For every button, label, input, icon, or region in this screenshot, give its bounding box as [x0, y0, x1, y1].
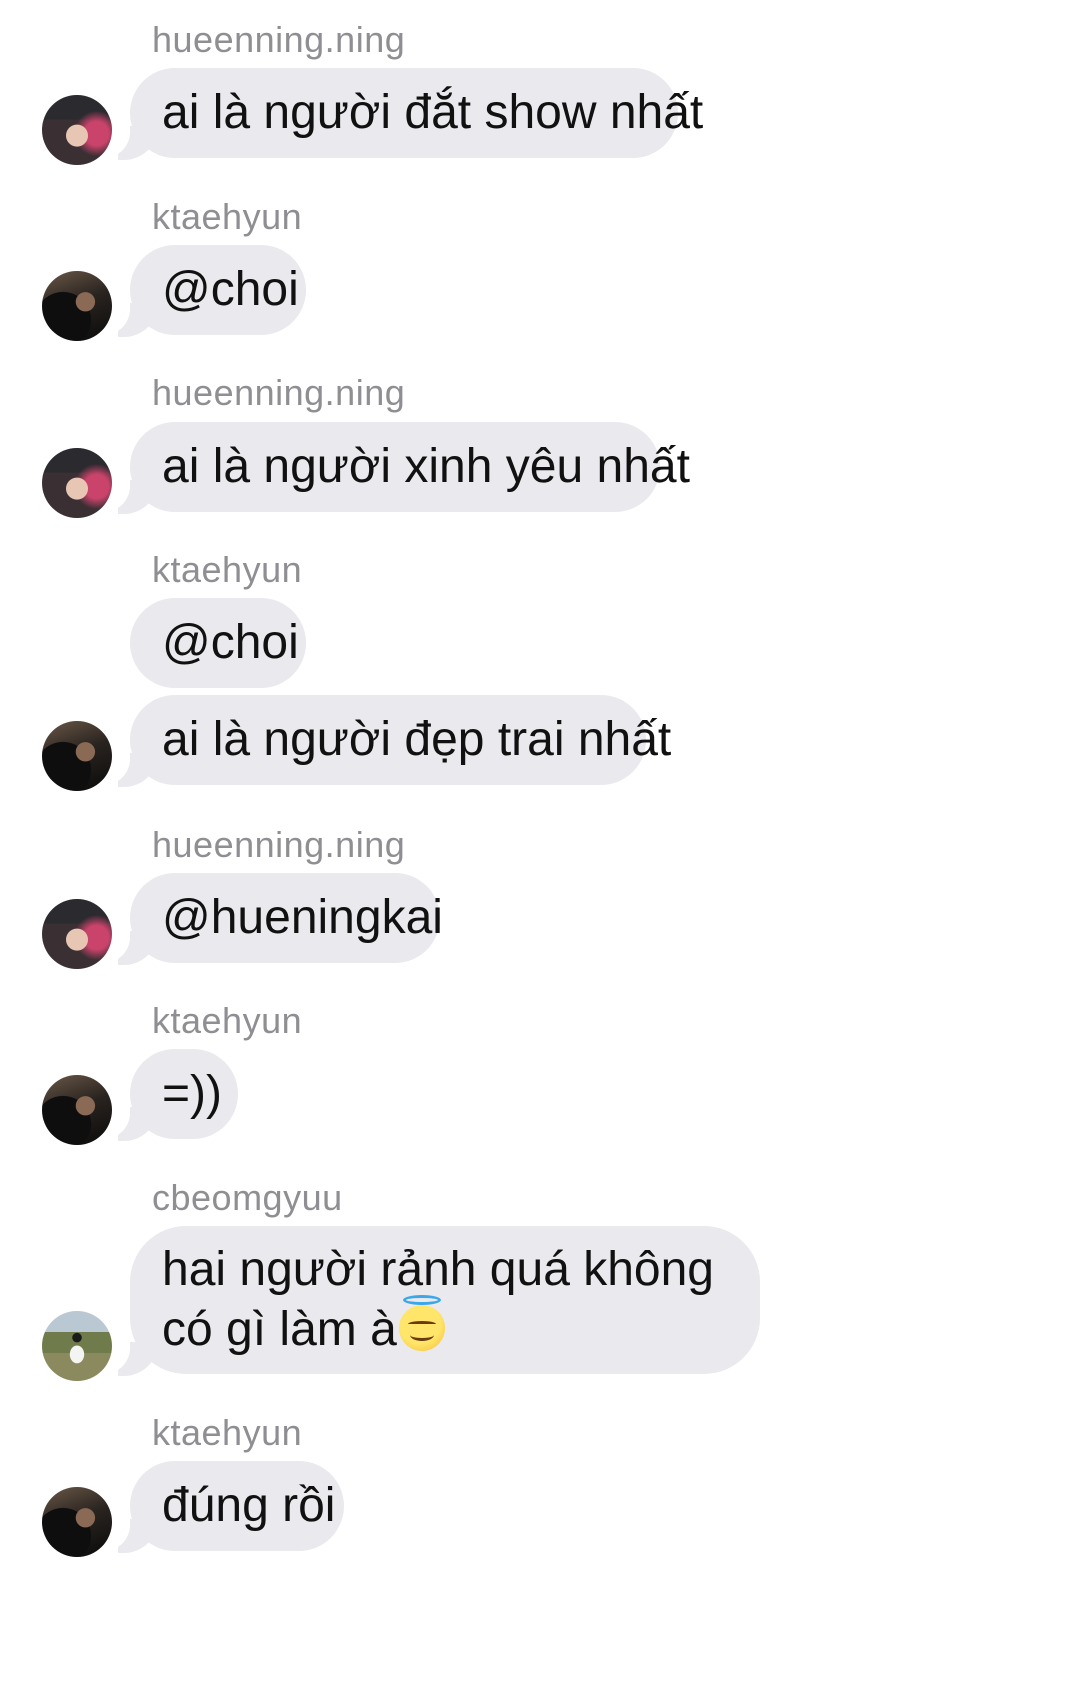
message-bubble[interactable]: @choi	[112, 245, 306, 337]
message-text: hai người rảnh quá không có gì làm à	[162, 1240, 728, 1360]
message-bubble[interactable]: hai người rảnh quá không có gì làm à	[112, 1226, 760, 1376]
sender-name: ktaehyun	[152, 1000, 303, 1041]
avatar[interactable]	[42, 271, 112, 341]
message-text: @choi	[162, 616, 299, 669]
message-text: @choi	[162, 263, 299, 316]
sender-name: ktaehyun	[152, 196, 303, 237]
bubble-tail	[112, 753, 152, 787]
bubble-tail	[112, 480, 152, 514]
message-text: =))	[162, 1067, 222, 1120]
sender-name: hueenning.ning	[152, 824, 406, 865]
message-text: ai là người đắt show nhất	[162, 86, 704, 139]
sender-name: hueenning.ning	[152, 19, 406, 60]
smiling-face-with-halo-icon	[398, 1295, 445, 1351]
avatar[interactable]	[42, 1487, 112, 1557]
message-bubble[interactable]: @hueningkai	[112, 873, 443, 965]
message-text: đúng rồi	[162, 1479, 336, 1532]
sender-name: hueenning.ning	[152, 372, 406, 413]
avatar[interactable]	[42, 899, 112, 969]
message-bubble[interactable]: đúng rồi	[112, 1461, 344, 1553]
message-bubble[interactable]: ai là người đắt show nhất	[112, 68, 703, 160]
bubble-tail	[112, 931, 152, 965]
avatar[interactable]	[42, 95, 112, 165]
bubble-tail	[112, 1519, 152, 1553]
sender-name: ktaehyun	[152, 549, 303, 590]
bubble-tail	[112, 1342, 152, 1376]
sender-name: cbeomgyuu	[152, 1177, 343, 1218]
message-bubble[interactable]: ai là người đẹp trai nhất	[112, 695, 671, 787]
bubble-tail	[112, 303, 152, 337]
message-text: ai là người đẹp trai nhất	[162, 713, 672, 766]
chat-thread: hueenning.ning ai là người đắt show nhất…	[0, 0, 1080, 1694]
avatar[interactable]	[42, 1311, 112, 1381]
message-bubble[interactable]: @choi	[130, 598, 306, 688]
message-text: @hueningkai	[162, 891, 443, 944]
avatar[interactable]	[42, 721, 112, 791]
message-bubble[interactable]: =))	[112, 1049, 238, 1141]
message-bubble[interactable]: ai là người xinh yêu nhất	[112, 422, 690, 514]
bubble-tail	[112, 126, 152, 160]
bubble-tail	[112, 1107, 152, 1141]
avatar[interactable]	[42, 1075, 112, 1145]
avatar[interactable]	[42, 448, 112, 518]
message-text: ai là người xinh yêu nhất	[162, 440, 690, 493]
sender-name: ktaehyun	[152, 1412, 303, 1453]
